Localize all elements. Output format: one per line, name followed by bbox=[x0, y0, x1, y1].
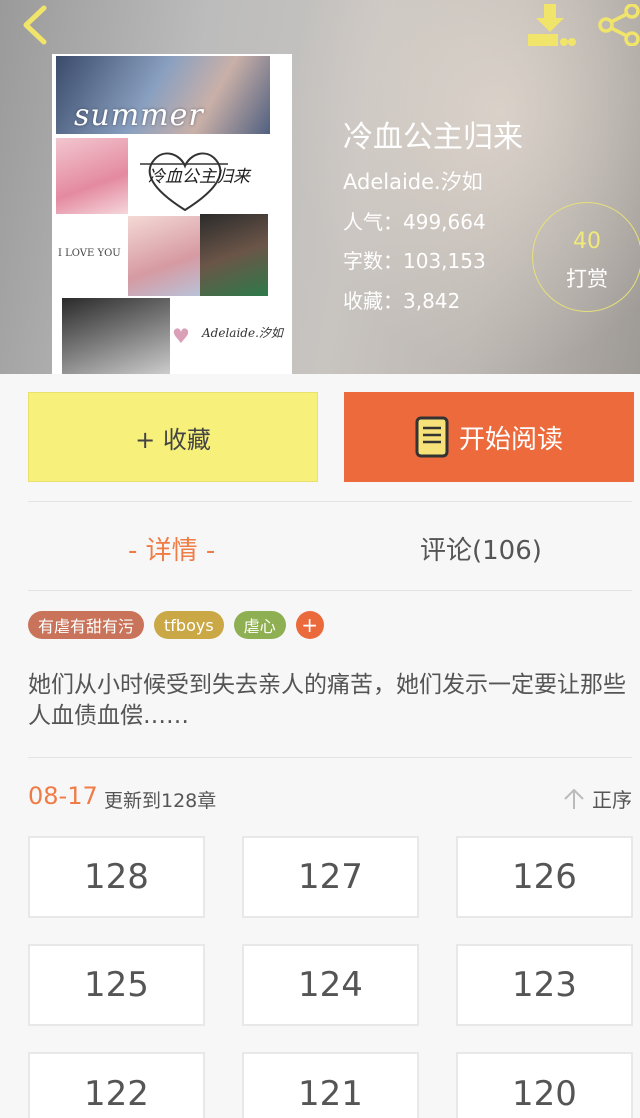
cover-overlay-text: summer bbox=[74, 98, 204, 133]
tab-comments[interactable]: 评论(106) bbox=[420, 530, 542, 567]
reward-count: 40 bbox=[573, 229, 601, 254]
divider bbox=[28, 501, 632, 502]
book-author[interactable]: Adelaide.汐如 bbox=[343, 166, 483, 196]
tag-item[interactable]: 虐心 bbox=[233, 611, 286, 639]
cover-love-text: I LOVE YOU bbox=[58, 248, 121, 259]
cover-photo bbox=[200, 214, 268, 296]
cover-photo bbox=[62, 298, 170, 374]
chapter-button[interactable]: 123 bbox=[456, 944, 633, 1026]
reward-button[interactable]: 40 打赏 bbox=[532, 202, 640, 312]
chapter-button[interactable]: 126 bbox=[456, 836, 633, 918]
add-to-favorites-button[interactable]: + 收藏 bbox=[28, 392, 318, 482]
start-reading-label: 开始阅读 bbox=[458, 424, 563, 455]
add-tag-button[interactable]: + bbox=[295, 611, 324, 639]
hearts-icon: ♥ bbox=[172, 324, 190, 348]
tab-detail[interactable]: - 详情 - bbox=[128, 530, 215, 567]
arrow-up-icon bbox=[564, 788, 584, 809]
chapter-button[interactable]: 120 bbox=[456, 1052, 633, 1118]
chapter-button[interactable]: 128 bbox=[28, 836, 205, 918]
book-icon bbox=[415, 416, 449, 458]
divider bbox=[28, 757, 632, 758]
update-text: 更新到128章 bbox=[104, 790, 217, 812]
book-cover[interactable]: summer 冷血公主归来 I LOVE YOU ♥ Adelaide.汐如 bbox=[52, 54, 292, 374]
chapter-button[interactable]: 125 bbox=[28, 944, 205, 1026]
word-count-stat: 字数：103,153 bbox=[343, 249, 486, 273]
update-date: 08-17 bbox=[28, 782, 98, 810]
tag-item[interactable]: tfboys bbox=[154, 611, 224, 639]
cover-signature: Adelaide.汐如 bbox=[202, 326, 283, 340]
tag-item[interactable]: 有虐有甜有污 bbox=[28, 611, 145, 639]
download-icon bbox=[528, 4, 576, 46]
chapter-button[interactable]: 121 bbox=[242, 1052, 419, 1118]
cover-title: 冷血公主归来 bbox=[148, 167, 250, 187]
popularity-stat: 人气：499,664 bbox=[343, 210, 486, 234]
book-header: summer 冷血公主归来 I LOVE YOU ♥ Adelaide.汐如 冷… bbox=[0, 0, 640, 374]
favorites-stat: 收藏：3,842 bbox=[343, 289, 461, 313]
cover-photo bbox=[56, 138, 128, 214]
download-button[interactable] bbox=[524, 2, 576, 48]
start-reading-button[interactable]: 开始阅读 bbox=[344, 392, 634, 482]
chapter-button[interactable]: 124 bbox=[242, 944, 419, 1026]
share-icon bbox=[598, 3, 640, 47]
sort-label: 正序 bbox=[592, 788, 632, 812]
chapter-button[interactable]: 122 bbox=[28, 1052, 205, 1118]
chevron-left-icon bbox=[23, 5, 47, 45]
cover-photo bbox=[128, 216, 200, 296]
back-button[interactable] bbox=[14, 4, 56, 46]
book-title: 冷血公主归来 bbox=[343, 120, 523, 155]
sort-toggle[interactable]: 正序 bbox=[562, 784, 632, 813]
book-summary: 她们从小时候受到失去亲人的痛苦，她们发示一定要让那些人血债血偿…… bbox=[28, 672, 626, 729]
tag-list: 有虐有甜有污 tfboys 虐心 + bbox=[28, 611, 324, 639]
divider bbox=[28, 590, 632, 591]
chapter-button[interactable]: 127 bbox=[242, 836, 419, 918]
share-button[interactable] bbox=[596, 3, 640, 47]
reward-label: 打赏 bbox=[566, 267, 608, 291]
